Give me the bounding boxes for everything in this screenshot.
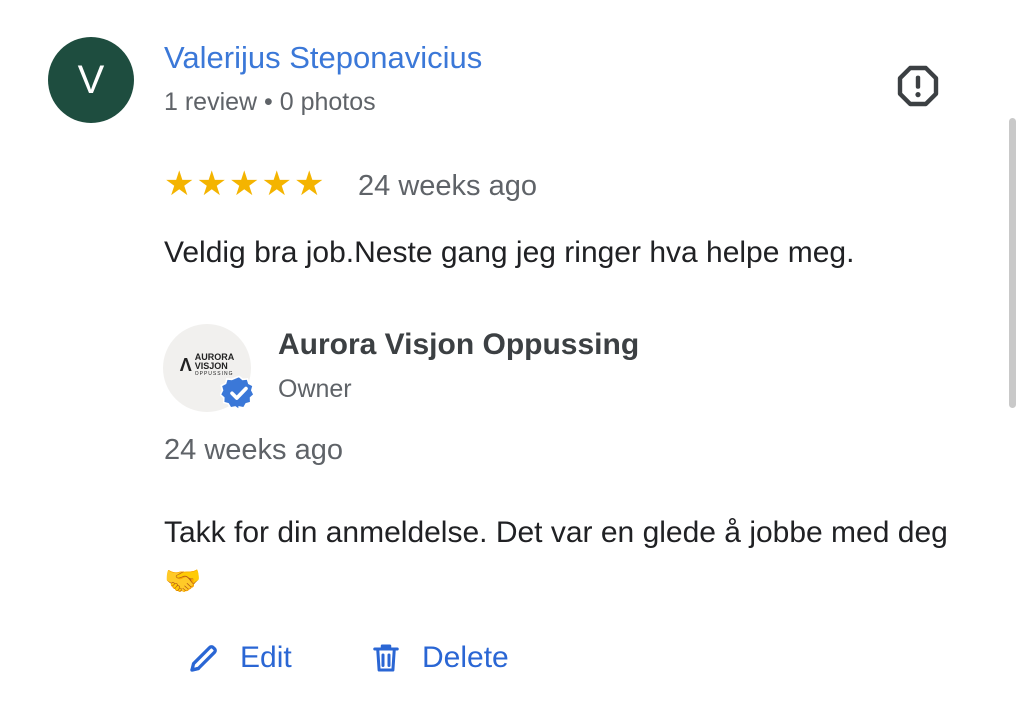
star-icon: ★ — [293, 165, 325, 203]
delete-label: Delete — [422, 641, 509, 674]
reply-timestamp: 24 weeks ago — [164, 434, 343, 466]
edit-reply-button[interactable]: Edit — [186, 640, 292, 676]
edit-label: Edit — [240, 641, 292, 674]
report-review-button[interactable] — [894, 62, 942, 110]
reviewer-avatar[interactable]: V — [48, 37, 134, 123]
logo-a-icon: Λ — [179, 355, 192, 375]
star-icon: ★ — [261, 165, 292, 203]
reviewer-stats: 1 review • 0 photos — [164, 88, 376, 116]
logo-line-2: VISJON — [194, 360, 228, 371]
owner-role-label: Owner — [278, 375, 352, 403]
scrollbar[interactable] — [1009, 118, 1016, 408]
review-body: Veldig bra job.Neste gang jeg ringer hva… — [164, 236, 855, 269]
trash-icon — [373, 644, 399, 672]
star-icon: ★ — [196, 165, 227, 203]
reviewer-initial: V — [77, 57, 105, 102]
star-rating: ★ ★ ★ ★ ★ — [164, 166, 324, 202]
review-timestamp: 24 weeks ago — [358, 170, 537, 202]
owner-reply-body: Takk for din anmeldelse. Det var en gled… — [164, 516, 948, 598]
verified-badge-icon — [220, 375, 256, 412]
pencil-icon — [190, 645, 217, 672]
review-card: V Valerijus Steponavicius 1 review • 0 p… — [0, 0, 1024, 705]
owner-name: Aurora Visjon Oppussing — [278, 328, 640, 361]
star-icon: ★ — [228, 165, 260, 203]
report-octagon-icon — [897, 65, 939, 107]
star-icon: ★ — [164, 165, 195, 203]
reviewer-name-link[interactable]: Valerijus Steponavicius — [164, 40, 482, 76]
delete-reply-button[interactable]: Delete — [368, 640, 509, 676]
